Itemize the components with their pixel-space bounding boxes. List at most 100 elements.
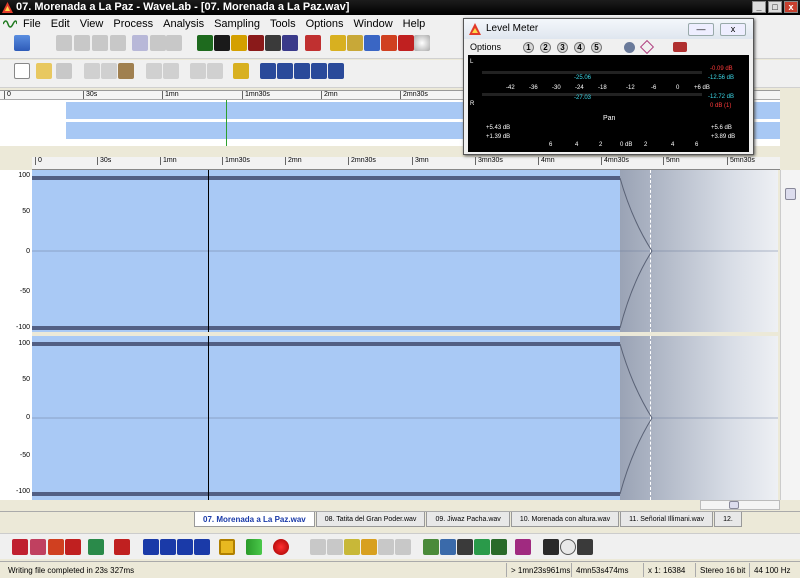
level-meter-titlebar[interactable]: Level Meter — x	[464, 19, 753, 39]
render-icon[interactable]	[440, 539, 456, 555]
menu-options[interactable]: Options	[301, 18, 349, 30]
level-indicator-icon[interactable]	[543, 539, 559, 555]
tile-view-icon[interactable]	[294, 63, 310, 79]
fade-out-icon[interactable]	[395, 539, 411, 555]
phasescope-icon[interactable]	[248, 35, 264, 51]
paste-icon[interactable]	[118, 63, 134, 79]
effects-icon[interactable]	[515, 539, 531, 555]
cut-marker-icon[interactable]	[381, 35, 397, 51]
speaker-icon[interactable]	[330, 35, 346, 51]
preset-button-5[interactable]: 5	[591, 42, 602, 53]
tab-file[interactable]: 08. Tatita del Gran Poder.wav	[315, 512, 426, 527]
vertical-zoom-thumb[interactable]	[785, 188, 796, 200]
cascade-icon[interactable]	[311, 63, 327, 79]
edit-marker-icon[interactable]	[398, 35, 414, 51]
crop-icon[interactable]	[305, 35, 321, 51]
menu-analysis[interactable]: Analysis	[158, 18, 209, 30]
preset-button-2[interactable]: 2	[540, 42, 551, 53]
snapshot-icon[interactable]	[132, 35, 148, 51]
camera-icon[interactable]	[457, 539, 473, 555]
level-meter-minimize-button[interactable]: —	[688, 23, 714, 36]
menu-edit[interactable]: Edit	[46, 18, 75, 30]
preset-button-3[interactable]: 3	[557, 42, 568, 53]
fast-forward-icon[interactable]	[177, 539, 193, 555]
marker-left-icon[interactable]	[48, 539, 64, 555]
next-icon[interactable]	[166, 35, 182, 51]
menu-window[interactable]: Window	[349, 18, 398, 30]
rewind-start-icon[interactable]	[56, 35, 72, 51]
batch-icon[interactable]	[491, 539, 507, 555]
cd-icon[interactable]	[414, 35, 430, 51]
headphones-icon[interactable]	[30, 539, 46, 555]
eraser-icon[interactable]	[190, 63, 206, 79]
tab-file[interactable]: 10. Morenada con altura.wav	[510, 512, 620, 527]
horizontal-zoom-thumb[interactable]	[729, 501, 739, 509]
stop-marker-icon[interactable]	[114, 539, 130, 555]
minimize-button[interactable]: _	[752, 1, 766, 13]
loop-icon[interactable]	[88, 539, 104, 555]
level-meter-window[interactable]: Level Meter — x Options 1 2 3 4 5 L R -2…	[463, 18, 754, 155]
new-file-icon[interactable]	[14, 63, 30, 79]
level-meter-close-button[interactable]: x	[720, 23, 746, 36]
wavescope-icon[interactable]	[265, 35, 281, 51]
close-button[interactable]: x	[784, 1, 798, 13]
fade-in-icon[interactable]	[378, 539, 394, 555]
magnify-icon[interactable]	[344, 539, 360, 555]
waveform-left-channel[interactable]	[32, 170, 778, 332]
tool-select-icon[interactable]	[14, 35, 30, 51]
tab-file[interactable]: 12.	[714, 512, 742, 527]
tab-active-file[interactable]: 07. Morenada a La Paz.wav	[194, 512, 315, 527]
back-icon[interactable]	[150, 35, 166, 51]
search-icon[interactable]	[347, 35, 363, 51]
level-meter-options-menu[interactable]: Options	[470, 42, 501, 52]
go-end-icon[interactable]	[194, 539, 210, 555]
timer-icon[interactable]	[560, 539, 576, 555]
split-view-icon[interactable]	[277, 63, 293, 79]
vertical-zoom-scrollbar[interactable]	[780, 170, 800, 500]
oscilloscope-icon[interactable]	[282, 35, 298, 51]
menu-file[interactable]: File	[18, 18, 46, 30]
menu-tools[interactable]: Tools	[265, 18, 301, 30]
pencil-icon[interactable]	[361, 539, 377, 555]
record-window-icon[interactable]	[423, 539, 439, 555]
meter-icon[interactable]	[197, 35, 213, 51]
save-icon[interactable]	[56, 63, 72, 79]
preset-button-1[interactable]: 1	[523, 42, 534, 53]
zoom-tool-icon[interactable]	[327, 539, 343, 555]
forward-end-icon[interactable]	[110, 35, 126, 51]
bitmeter-icon[interactable]	[231, 35, 247, 51]
preset-button-4[interactable]: 4	[574, 42, 585, 53]
text-cursor-icon[interactable]	[310, 539, 326, 555]
marker-right-icon[interactable]	[65, 539, 81, 555]
go-start-icon[interactable]	[143, 539, 159, 555]
rewind-icon[interactable]	[74, 35, 90, 51]
menu-process[interactable]: Process	[108, 18, 158, 30]
play-selection-icon[interactable]	[474, 539, 490, 555]
waveform-right-channel[interactable]	[32, 336, 778, 500]
open-file-icon[interactable]	[36, 63, 52, 79]
record-icon[interactable]	[273, 539, 289, 555]
menu-view[interactable]: View	[75, 18, 109, 30]
cut-icon[interactable]	[84, 63, 100, 79]
trim-icon[interactable]	[207, 63, 223, 79]
stop-icon[interactable]	[219, 539, 235, 555]
time-ruler[interactable]: 0 30s 1mn 1mn30s 2mn 2mn30s 3mn 3mn30s 4…	[32, 157, 780, 170]
pause-marker-icon[interactable]	[364, 35, 380, 51]
tab-file[interactable]: 11. Señorial Illimani.wav	[620, 512, 714, 527]
horizontal-scrollbar[interactable]	[700, 500, 780, 510]
undo-icon[interactable]	[146, 63, 162, 79]
maximize-button[interactable]: □	[768, 1, 782, 13]
spectrum-icon[interactable]	[214, 35, 230, 51]
window-layout-icon[interactable]	[260, 63, 276, 79]
copy-icon[interactable]	[101, 63, 117, 79]
record-input-icon[interactable]	[12, 539, 28, 555]
grid-icon[interactable]	[328, 63, 344, 79]
speaker-toggle-icon[interactable]	[233, 63, 249, 79]
rewind-transport-icon[interactable]	[160, 539, 176, 555]
diamond-icon[interactable]	[639, 39, 655, 55]
tab-file[interactable]: 09. Jiwaz Pacha.wav	[426, 512, 510, 527]
play-icon[interactable]	[246, 539, 262, 555]
forward-icon[interactable]	[92, 35, 108, 51]
globe-settings-icon[interactable]	[624, 42, 635, 53]
redo-icon[interactable]	[163, 63, 179, 79]
